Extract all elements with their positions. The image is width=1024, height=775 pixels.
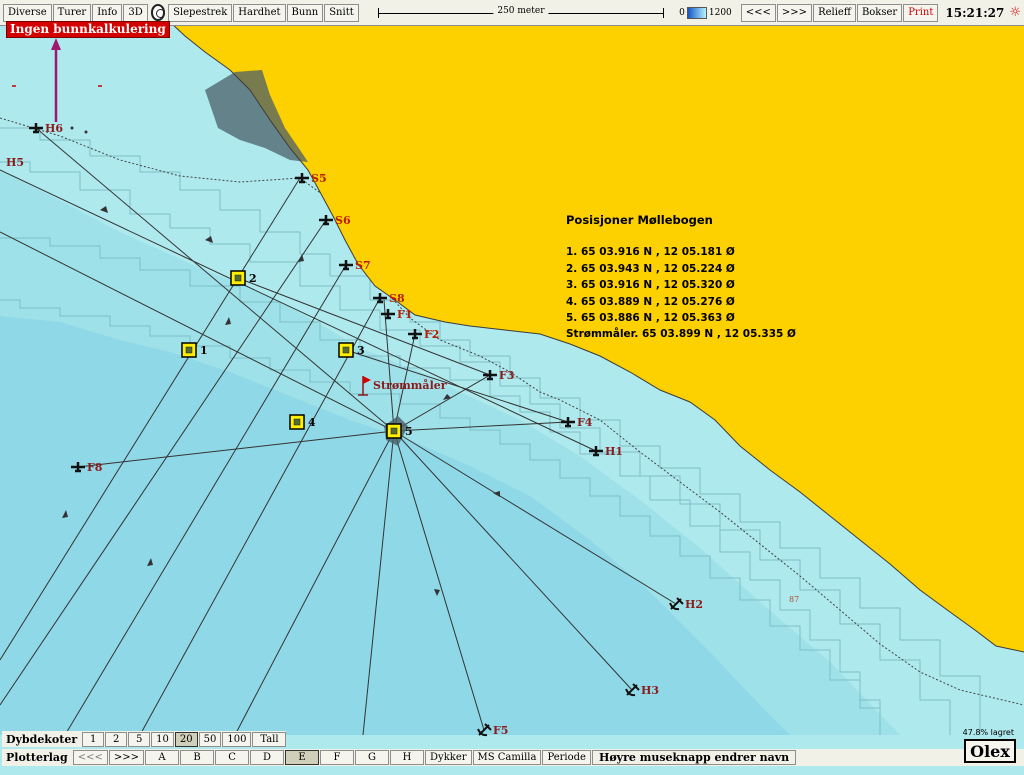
- contour-100-button[interactable]: 100: [222, 731, 252, 747]
- chart-canvas[interactable]: [0, 0, 1024, 775]
- depth-min: 0: [679, 7, 685, 18]
- layer-b-button[interactable]: B: [180, 750, 215, 765]
- rock-mark: [70, 126, 74, 130]
- plotterlag-label: Plotterlag: [6, 751, 68, 764]
- layer-periode-button[interactable]: Periode: [542, 750, 591, 765]
- contour-50-button[interactable]: 50: [198, 731, 222, 747]
- menu-bunn-button[interactable]: Bunn: [286, 3, 324, 22]
- menu-info-button[interactable]: Info: [92, 3, 123, 22]
- layer-dykker-button[interactable]: Dykker: [425, 750, 472, 765]
- dybdekoter-label: Dybdekoter: [6, 732, 78, 746]
- layer-prev-button[interactable]: <<<: [72, 750, 108, 765]
- menu-relieff-button[interactable]: Relieff: [813, 3, 856, 22]
- depth-max: 1200: [708, 7, 732, 18]
- layer-e-button[interactable]: E: [285, 750, 320, 765]
- position-line: 3. 65 03.916 N , 12 05.320 Ø: [566, 279, 735, 292]
- layer-next-button[interactable]: >>>: [108, 750, 145, 765]
- target-ring-icon[interactable]: [150, 4, 166, 21]
- clock: 15:21:27: [945, 5, 1005, 20]
- depth-contours-bar: Dybdekoter 1 2 5 10 20 50 100 Tall: [2, 731, 287, 747]
- nav-prev-button[interactable]: <<<: [740, 3, 776, 22]
- layer-ms-camilla-button[interactable]: MS Camilla: [472, 750, 542, 765]
- saved-percent: 47.8% lagret: [962, 728, 1014, 737]
- layer-h-button[interactable]: H: [390, 750, 425, 765]
- menu-turer-button[interactable]: Turer: [52, 3, 92, 22]
- contour-1-button[interactable]: 1: [82, 731, 105, 747]
- no-calculation-warning: Ingen bunnkalkulering: [6, 21, 170, 38]
- layer-f-button[interactable]: F: [320, 750, 355, 765]
- menu-hardhet-button[interactable]: Hardhet: [233, 3, 286, 22]
- position-line: Strømmåler. 65 03.899 N , 12 05.335 Ø: [566, 328, 796, 341]
- olex-logo-button[interactable]: Olex: [964, 739, 1016, 763]
- nav-next-button[interactable]: >>>: [776, 3, 813, 22]
- rock-mark: [84, 130, 88, 134]
- layer-c-button[interactable]: C: [215, 750, 250, 765]
- menu-snitt-button[interactable]: Snitt: [324, 3, 359, 22]
- scale-label: 250 meter: [493, 5, 549, 16]
- plotter-layer-bar: Plotterlag <<< >>> A B C D E F G H Dykke…: [2, 749, 1024, 766]
- positions-title: Posisjoner Møllebogen: [566, 213, 713, 227]
- menu-bokser-button[interactable]: Bokser: [856, 3, 903, 22]
- contour-2-button[interactable]: 2: [105, 731, 128, 747]
- menu-3d-button[interactable]: 3D: [123, 3, 148, 22]
- position-line: 4. 65 03.889 N , 12 05.276 Ø: [566, 295, 735, 308]
- menu-diverse-button[interactable]: Diverse: [3, 3, 52, 22]
- depth-color-scale[interactable]: 0 1200: [679, 6, 732, 19]
- scale-bar: 250 meter: [377, 4, 665, 22]
- contour-5-button[interactable]: 5: [128, 731, 151, 747]
- position-line: 1. 65 03.916 N , 12 05.181 Ø: [566, 246, 735, 259]
- olex-app: 1 2 3 4 5 H6 S5 S6 S7 S8 F1 F2 F3 F4 H1 F8 H2 H3 F5 H5 Strøm…: [0, 0, 1024, 775]
- contour-tall-button[interactable]: Tall: [252, 731, 287, 747]
- layer-a-button[interactable]: A: [145, 750, 180, 765]
- rename-hint: Høyre museknapp endrer navn: [591, 750, 797, 765]
- depth-gradient-icon: [686, 6, 707, 19]
- positions-panel: Posisjoner Møllebogen 1. 65 03.916 N , 1…: [566, 212, 796, 343]
- contour-20-button[interactable]: 20: [174, 731, 198, 747]
- layer-g-button[interactable]: G: [355, 750, 390, 765]
- position-line: 5. 65 03.886 N , 12 05.363 Ø: [566, 312, 735, 325]
- contour-10-button[interactable]: 10: [151, 731, 174, 747]
- print-button[interactable]: Print: [903, 3, 939, 22]
- position-line: 2. 65 03.943 N , 12 05.224 Ø: [566, 262, 735, 275]
- menu-slepestrek-button[interactable]: Slepestrek: [168, 3, 233, 22]
- layer-d-button[interactable]: D: [250, 750, 285, 765]
- sun-icon[interactable]: ☼: [1009, 5, 1021, 20]
